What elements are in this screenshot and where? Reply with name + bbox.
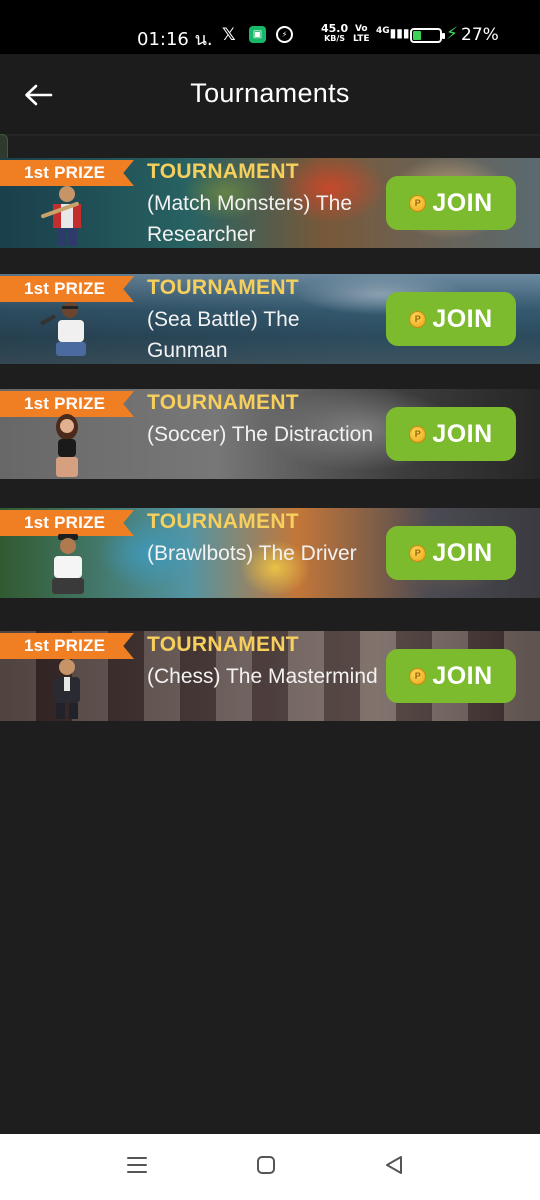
tournament-name: (Chess) The Mastermind — [147, 665, 378, 688]
join-button[interactable]: P JOIN — [386, 649, 516, 703]
tournament-name: (Sea Battle) The Gunman — [147, 308, 300, 362]
character-avatar — [40, 302, 86, 356]
tournament-label: TOURNAMENT — [147, 391, 299, 414]
app-bar: Tournaments — [0, 54, 540, 200]
back-triangle-icon[interactable] — [383, 1154, 405, 1176]
network-speed: 45.0 KB/S — [321, 22, 349, 43]
status-bar: 01:16 น. 𝕏 ▣ ⚡ 45.0 KB/S Vo LTE 4G▮▮▮ ⚡ … — [0, 0, 540, 54]
join-button[interactable]: P JOIN — [386, 407, 516, 461]
home-icon[interactable] — [255, 1154, 277, 1176]
coin-icon: P — [409, 194, 427, 212]
tournament-label: TOURNAMENT — [147, 633, 299, 656]
tournament-card[interactable]: 1st PRIZE TOURNAMENT (Sea Battle) The Gu… — [0, 274, 540, 364]
tournament-card[interactable]: 1st PRIZE TOURNAMENT (Brawlbots) The Dri… — [0, 508, 540, 598]
page-title: Tournaments — [190, 78, 350, 108]
join-label: JOIN — [432, 661, 493, 690]
join-label: JOIN — [432, 304, 493, 333]
join-button[interactable]: P JOIN — [386, 526, 516, 580]
coin-icon: P — [409, 667, 427, 685]
coin-icon: P — [409, 544, 427, 562]
tournament-name: (Brawlbots) The Driver — [147, 542, 357, 565]
messenger-icon: ⚡ — [276, 26, 293, 43]
tournament-card[interactable]: 1st PRIZE TOURNAMENT (Chess) The Masterm… — [0, 631, 540, 721]
x-app-icon: 𝕏 — [222, 25, 236, 45]
recents-icon[interactable] — [126, 1154, 148, 1176]
tournament-label: TOURNAMENT — [147, 160, 299, 183]
volte-icon: Vo LTE — [353, 24, 370, 44]
charging-icon: ⚡ — [446, 24, 458, 43]
app-notification-icon: ▣ — [249, 26, 266, 43]
tournament-label: TOURNAMENT — [147, 510, 299, 533]
coin-icon: P — [409, 425, 427, 443]
character-avatar — [41, 186, 81, 246]
tournament-card[interactable]: 1st PRIZE TOURNAMENT (Match Monsters) Th… — [0, 158, 540, 248]
coin-icon: P — [409, 310, 427, 328]
tournament-name: (Match Monsters) The Researcher — [147, 192, 353, 246]
character-avatar — [54, 659, 80, 719]
join-button[interactable]: P JOIN — [386, 292, 516, 346]
join-label: JOIN — [432, 419, 493, 448]
join-label: JOIN — [432, 538, 493, 567]
battery-percent: 27% — [461, 25, 499, 45]
tournament-card[interactable]: 1st PRIZE TOURNAMENT (Soccer) The Distra… — [0, 389, 540, 479]
character-avatar — [56, 414, 78, 477]
join-button[interactable]: P JOIN — [386, 176, 516, 230]
status-time: 01:16 น. — [137, 29, 213, 50]
signal-icon: 4G▮▮▮ — [376, 26, 410, 40]
character-avatar — [52, 534, 84, 594]
tournament-label: TOURNAMENT — [147, 276, 299, 299]
system-nav-bar — [0, 1134, 540, 1200]
join-label: JOIN — [432, 188, 493, 217]
tournament-name: (Soccer) The Distraction — [147, 423, 374, 446]
battery-icon — [410, 28, 445, 43]
